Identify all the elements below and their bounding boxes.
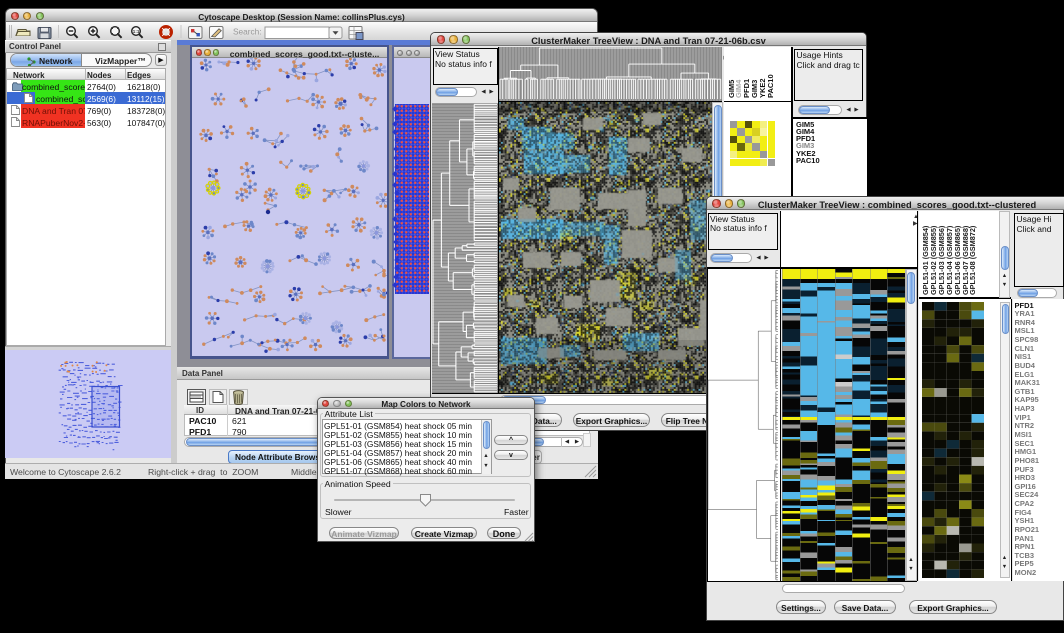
svg-text:Search:: Search:: [233, 26, 262, 36]
